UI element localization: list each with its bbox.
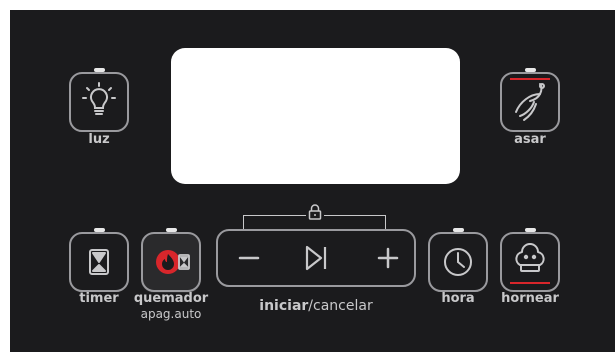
chef-hat-icon (515, 243, 545, 272)
lock-icon (306, 203, 324, 221)
flame-hourglass-icon (156, 250, 190, 274)
timer-label: timer (79, 291, 119, 306)
burner-auto-off-button[interactable] (141, 232, 201, 292)
hourglass-icon (89, 249, 109, 275)
burner-label: quemador (133, 291, 209, 306)
bake-button[interactable] (500, 232, 560, 292)
burner-sublabel: apag.auto (140, 307, 202, 321)
clock-label: hora (441, 291, 475, 306)
start-button[interactable] (279, 229, 353, 287)
bake-label: hornear (501, 291, 559, 306)
clock-icon (444, 248, 472, 276)
cancel-label: /cancelar (308, 298, 373, 314)
broil-icon (515, 83, 545, 121)
minus-button[interactable] (216, 229, 279, 287)
plus-button[interactable] (353, 229, 416, 287)
light-label: luz (88, 132, 110, 147)
broil-label: asar (514, 132, 546, 147)
display-screen (171, 48, 460, 184)
start-label: iniciar (259, 298, 309, 314)
clock-button[interactable] (428, 232, 488, 292)
timer-button[interactable] (69, 232, 129, 292)
broil-button[interactable] (500, 72, 560, 132)
lightbulb-icon (82, 82, 116, 115)
start-cancel-label: iniciar/cancelar (216, 298, 416, 314)
light-button[interactable] (69, 72, 129, 132)
